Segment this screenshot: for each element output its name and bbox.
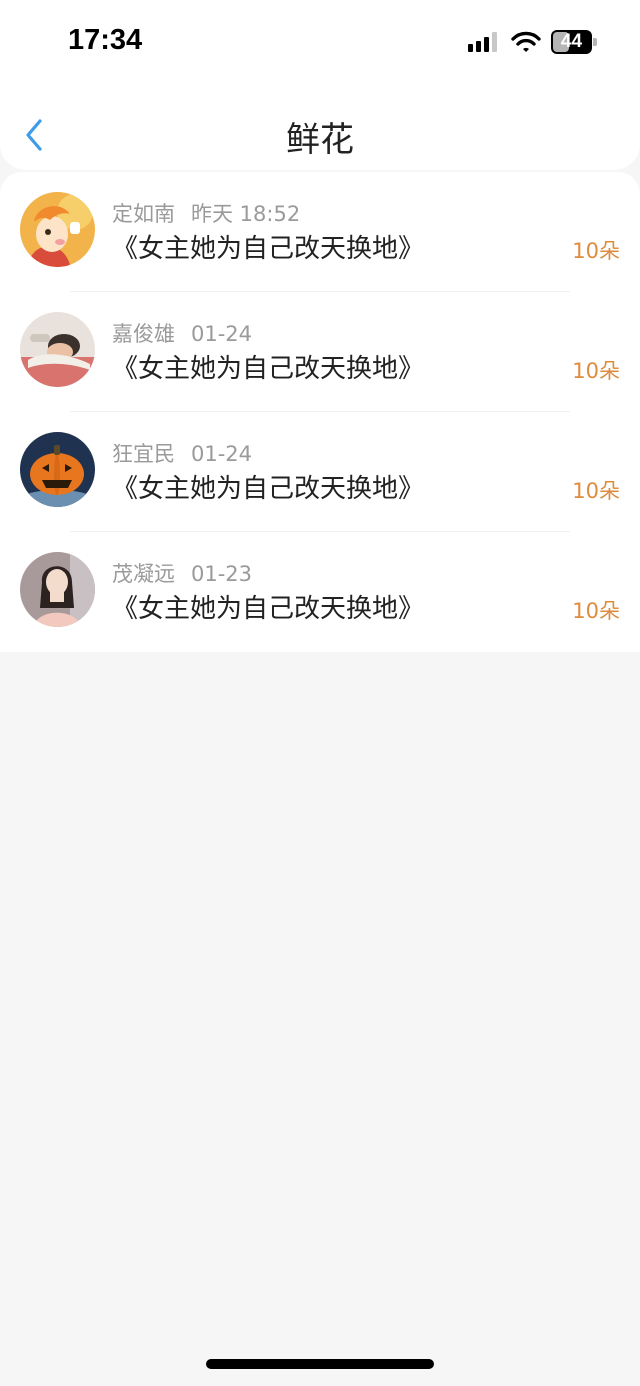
sender-name: 定如南 (112, 202, 175, 226)
sent-time: 昨天 18:52 (191, 202, 301, 226)
sender-name: 嘉俊雄 (112, 322, 175, 346)
header: 17:34 44 鲜花 (0, 0, 640, 170)
pumpkin-avatar[interactable] (20, 432, 95, 507)
wifi-icon (511, 30, 541, 54)
book-title: 《女主她为自己改天换地》 (112, 234, 425, 264)
sent-time: 01-24 (191, 322, 253, 346)
book-title: 《女主她为自己改天换地》 (112, 594, 425, 624)
list-item[interactable]: 定如南 昨天 18:52 《女主她为自己改天换地》 10朵 (0, 172, 640, 292)
book-title: 《女主她为自己改天换地》 (112, 354, 425, 384)
flower-count: 10朵 (572, 479, 620, 503)
battery-level: 44 (560, 31, 583, 52)
page-title: 鲜花 (286, 120, 354, 160)
list-item[interactable]: 嘉俊雄 01-24 《女主她为自己改天换地》 10朵 (0, 292, 640, 412)
sent-time: 01-24 (191, 442, 253, 466)
status-time: 17:34 (68, 24, 143, 56)
status-bar: 17:34 44 (0, 0, 640, 88)
flower-count: 10朵 (572, 599, 620, 623)
battery-icon: 44 (551, 30, 597, 54)
sent-time: 01-23 (191, 562, 253, 586)
sender-name: 茂凝远 (112, 562, 175, 586)
gift-list: 定如南 昨天 18:52 《女主她为自己改天换地》 10朵 嘉俊雄 01-24 《女… (0, 172, 640, 652)
list-item[interactable]: 狂宜民 01-24 《女主她为自己改天换地》 10朵 (0, 412, 640, 532)
home-indicator[interactable] (206, 1359, 434, 1369)
list-item[interactable]: 茂凝远 01-23 《女主她为自己改天换地》 10朵 (0, 532, 640, 652)
book-title: 《女主她为自己改天换地》 (112, 474, 425, 504)
cellular-signal-icon (468, 32, 500, 52)
flower-count: 10朵 (572, 239, 620, 263)
woman-photo-avatar[interactable] (20, 552, 95, 627)
cartoon-boy-avatar[interactable] (20, 192, 95, 267)
sleeping-man-avatar[interactable] (20, 312, 95, 387)
sender-name: 狂宜民 (112, 442, 175, 466)
flower-count: 10朵 (572, 359, 620, 383)
